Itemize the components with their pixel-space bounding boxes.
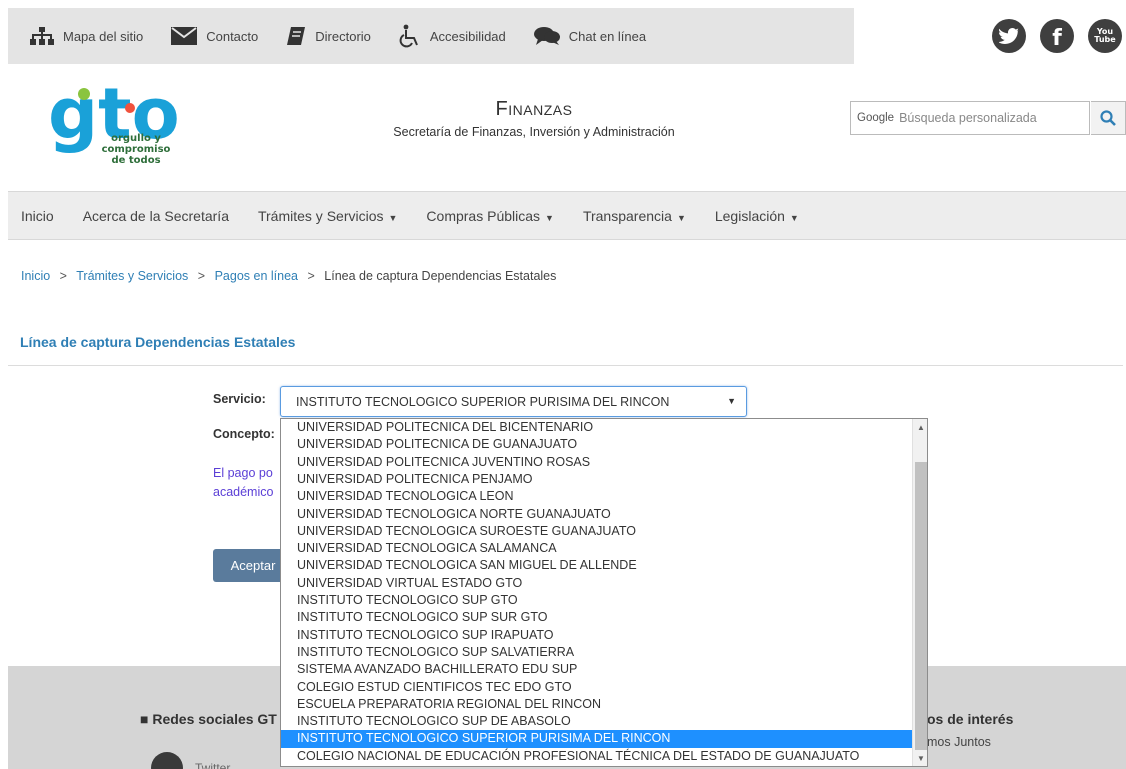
servicio-label: Servicio: xyxy=(213,392,266,406)
chat-label: Chat en línea xyxy=(568,28,647,44)
servicio-selected-value: INSTITUTO TECNOLOGICO SUPERIOR PURISIMA … xyxy=(296,394,670,409)
search-input[interactable]: Google Búsqueda personalizada xyxy=(850,101,1090,135)
dropdown-scrollbar[interactable]: ▲ ▼ xyxy=(912,419,927,766)
nav-item-inicio[interactable]: Inicio xyxy=(21,208,54,224)
breadcrumb-current: Línea de captura Dependencias Estatales xyxy=(324,269,557,283)
footer-link[interactable]: mos Juntos xyxy=(927,735,991,749)
breadcrumb: Inicio > Trámites y Servicios > Pagos en… xyxy=(21,269,556,283)
footer-twitter-label[interactable]: Twitter xyxy=(195,761,230,769)
logo-tagline: orgullo y compromiso de todos xyxy=(101,133,171,166)
breadcrumb-link-inicio[interactable]: Inicio xyxy=(21,269,50,283)
breadcrumb-separator: > xyxy=(197,269,206,283)
search-button[interactable] xyxy=(1091,101,1126,135)
caret-down-icon: ▼ xyxy=(789,212,799,223)
facebook-icon: f xyxy=(1052,25,1062,51)
dropdown-option[interactable]: UNIVERSIDAD TECNOLOGICA SALAMANCA xyxy=(281,540,912,557)
dropdown-option[interactable]: UNIVERSIDAD POLITECNICA DEL BICENTENARIO xyxy=(281,419,912,436)
scrollbar-thumb[interactable] xyxy=(915,462,927,750)
nav-label: Compras Públicas xyxy=(426,207,541,224)
twitter-button[interactable] xyxy=(992,19,1026,53)
youtube-button[interactable]: You Tube xyxy=(1088,19,1122,53)
scroll-up-icon[interactable]: ▲ xyxy=(913,419,927,435)
dropdown-option[interactable]: INSTITUTO TECNOLOGICO SUP DE ABASOLO xyxy=(281,713,912,730)
sitemap-icon xyxy=(30,27,54,45)
dropdown-option[interactable]: UNIVERSIDAD POLITECNICA PENJAMO xyxy=(281,471,912,488)
divider xyxy=(8,365,1123,366)
chevron-down-icon: ▼ xyxy=(727,396,736,406)
nav-item-acerca[interactable]: Acerca de la Secretaría xyxy=(83,208,229,224)
directory-link[interactable]: Directorio xyxy=(286,26,371,46)
sitemap-label: Mapa del sitio xyxy=(63,28,144,44)
dropdown-option[interactable]: COLEGIO NACIONAL DE EDUCACIÓN PROFESIONA… xyxy=(281,748,912,765)
dropdown-option[interactable]: UNIVERSIDAD TECNOLOGICA SAN MIGUEL DE AL… xyxy=(281,557,912,574)
search-placeholder: Búsqueda personalizada xyxy=(899,111,1037,125)
youtube-icon: You Tube xyxy=(1094,27,1116,44)
breadcrumb-separator: > xyxy=(307,269,315,283)
nav-item-transparencia[interactable]: Transparencia ▼ xyxy=(583,208,686,224)
page-title: Línea de captura Dependencias Estatales xyxy=(20,334,296,350)
nav-item-compras[interactable]: Compras Públicas ▼ xyxy=(426,208,554,224)
nav-label: Inicio xyxy=(21,207,54,224)
site-subtitle: Secretaría de Finanzas, Inversión y Admi… xyxy=(393,125,675,139)
dropdown-option[interactable]: UNIVERSIDAD VIRTUAL ESTADO GTO xyxy=(281,575,912,592)
twitter-icon xyxy=(999,28,1019,44)
nav-label: Acerca de la Secretaría xyxy=(82,207,229,224)
note-line: académico xyxy=(213,485,274,499)
scroll-down-icon[interactable]: ▼ xyxy=(913,750,927,766)
dropdown-option[interactable]: UNIVERSIDAD TECNOLOGICA NORTE GUANAJUATO xyxy=(281,506,912,523)
wheelchair-icon xyxy=(399,24,418,48)
dropdown-option[interactable]: INSTITUTO TECNOLOGICO SUP SUR GTO xyxy=(281,609,912,626)
sitemap-link[interactable]: Mapa del sitio xyxy=(30,27,143,45)
servicio-select[interactable]: INSTITUTO TECNOLOGICO SUPERIOR PURISIMA … xyxy=(280,386,747,417)
payment-note: El pago po académico xyxy=(213,464,273,502)
dropdown-option[interactable]: UNIVERSIDAD POLITECNICA DE GUANAJUATO xyxy=(281,436,912,453)
site-title: Finanzas xyxy=(495,98,573,120)
main-nav: Inicio Acerca de la Secretaría Trámites … xyxy=(8,191,1126,240)
concepto-label: Concepto: xyxy=(213,427,275,441)
nav-label: Transparencia xyxy=(582,207,672,224)
accessibility-label: Accesibilidad xyxy=(429,28,506,44)
facebook-button[interactable]: f xyxy=(1040,19,1074,53)
dropdown-option[interactable]: UNIVERSIDAD TECNOLOGICA LEON xyxy=(281,488,912,505)
contact-link[interactable]: Contacto xyxy=(171,27,258,45)
dropdown-option[interactable]: UNIVERSIDAD POLITECNICA JUVENTINO ROSAS xyxy=(281,454,912,471)
nav-item-legislacion[interactable]: Legislación ▼ xyxy=(715,208,799,224)
accessibility-link[interactable]: Accesibilidad xyxy=(399,24,506,48)
chat-link[interactable]: Chat en línea xyxy=(533,26,647,46)
footer-social-heading-text: Redes sociales GT xyxy=(152,711,277,727)
dropdown-option[interactable]: INSTITUTO TECNOLOGICO SUP IRAPUATO xyxy=(281,627,912,644)
nav-label: Trámites y Servicios xyxy=(257,207,384,224)
dropdown-option[interactable]: ESCUELA PREPARATORIA REGIONAL DEL RINCON xyxy=(281,696,912,713)
chat-icon xyxy=(533,27,560,45)
search-icon xyxy=(1100,110,1116,126)
caret-down-icon: ▼ xyxy=(676,212,686,223)
servicio-dropdown-list[interactable]: UNIVERSIDAD POLITECNICA DEL BICENTENARIO… xyxy=(280,418,928,767)
breadcrumb-separator: > xyxy=(59,269,67,283)
dropdown-option[interactable]: UNIVERSIDAD TECNOLOGICA SUROESTE GUANAJU… xyxy=(281,523,912,540)
caret-down-icon: ▼ xyxy=(388,212,398,223)
dropdown-option[interactable]: COLEGIO ESTUD CIENTIFICOS TEC EDO GTO xyxy=(281,679,912,696)
dropdown-option[interactable]: SISTEMA AVANZADO BACHILLERATO EDU SUP xyxy=(281,661,912,678)
nav-label: Legislación xyxy=(714,207,785,224)
note-line: El pago po xyxy=(213,466,273,480)
footer-social-heading: ■ Redes sociales GT xyxy=(140,711,277,727)
book-icon xyxy=(287,27,306,45)
top-utility-bar: Mapa del sitio Contacto Directorio Acces… xyxy=(8,8,854,64)
nav-item-tramites[interactable]: Trámites y Servicios ▼ xyxy=(258,208,397,224)
breadcrumb-link-pagos[interactable]: Pagos en línea xyxy=(215,269,298,283)
google-brand: Google xyxy=(857,112,895,124)
dropdown-option[interactable]: INSTITUTO TECNOLOGICO SUP GTO xyxy=(281,592,912,609)
footer-links-heading: os de interés xyxy=(927,711,1014,727)
caret-down-icon: ▼ xyxy=(545,212,554,223)
directory-label: Directorio xyxy=(315,28,371,44)
envelope-icon xyxy=(171,27,198,45)
dropdown-option[interactable]: INSTITUTO TECNOLOGICO SUPERIOR PURISIMA … xyxy=(281,730,912,748)
contact-label: Contacto xyxy=(206,28,259,44)
breadcrumb-link-tramites[interactable]: Trámites y Servicios xyxy=(76,269,188,283)
dropdown-option[interactable]: INSTITUTO TECNOLOGICO SUP SALVATIERRA xyxy=(281,644,912,661)
